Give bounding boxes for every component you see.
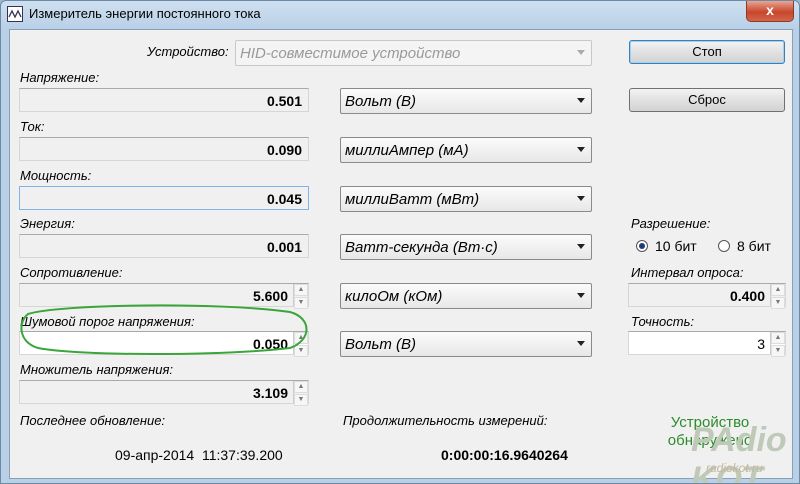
poll-interval-input[interactable]: 0.400 [628, 283, 786, 307]
poll-interval-label: Интервал опроса: [631, 265, 744, 280]
chevron-down-icon [577, 341, 585, 346]
chevron-down-icon [577, 293, 585, 298]
energy-unit-value: Ватт-секунда (Вт·с) [345, 239, 498, 256]
last-update-label: Последнее обновление: [20, 413, 166, 428]
chevron-down-icon [577, 244, 585, 249]
voltage-value: 0.501 [19, 88, 309, 112]
reset-button[interactable]: Сброс [629, 88, 785, 112]
resistance-label: Сопротивление: [20, 265, 123, 280]
last-update-value: 09-апр-2014 11:37:39.200 [115, 447, 283, 463]
noise-threshold-unit-value: Вольт (В) [345, 336, 417, 353]
chevron-up-icon[interactable]: ▲ [294, 381, 308, 393]
device-select[interactable]: HID-совместимое устройство [235, 40, 592, 66]
power-unit-select[interactable]: миллиВатт (мВт) [340, 186, 592, 212]
current-label: Ток: [20, 119, 45, 134]
device-select-value: HID-совместимое устройство [240, 45, 461, 62]
poll-interval-spinner[interactable]: ▲ ▼ [770, 284, 785, 309]
precision-label: Точность: [631, 314, 695, 329]
resolution-10bit-label[interactable]: 10 бит [655, 238, 697, 254]
current-value: 0.090 [19, 137, 309, 161]
voltage-multiplier-value: 3.109 [19, 380, 309, 404]
precision-input[interactable]: 3 [628, 331, 786, 355]
close-button[interactable]: x [746, 1, 794, 22]
device-label: Устройство: [147, 44, 229, 59]
client-area: Устройство: HID-совместимое устройство С… [9, 29, 793, 479]
chevron-up-icon[interactable]: ▲ [771, 284, 785, 296]
chevron-down-icon[interactable]: ▼ [771, 345, 785, 357]
app-icon [7, 6, 23, 22]
main-window: Измеритель энергии постоянного тока x Ус… [0, 0, 800, 484]
voltage-unit-select[interactable]: Вольт (В) [340, 88, 592, 114]
chevron-down-icon [577, 50, 585, 55]
duration-label: Продолжительность измерений: [343, 413, 548, 428]
power-value: 0.045 [19, 186, 309, 210]
voltage-unit-value: Вольт (В) [345, 93, 417, 110]
chevron-down-icon [577, 147, 585, 152]
power-unit-value: миллиВатт (мВт) [345, 191, 480, 208]
voltage-multiplier-spinner[interactable]: ▲ ▼ [293, 381, 308, 406]
resolution-8bit-radio[interactable] [718, 240, 730, 252]
highlight-annotation [20, 304, 308, 355]
watermark-site: radiokot.ru [706, 461, 763, 475]
energy-unit-select[interactable]: Ватт-секунда (Вт·с) [340, 234, 592, 260]
resolution-8bit-label[interactable]: 8 бит [737, 238, 771, 254]
chevron-down-icon [577, 98, 585, 103]
resolution-10bit-radio[interactable] [636, 240, 648, 252]
current-unit-value: миллиАмпер (мА) [345, 142, 469, 159]
power-label: Мощность: [20, 168, 92, 183]
chevron-down-icon [577, 196, 585, 201]
chevron-down-icon[interactable]: ▼ [771, 297, 785, 309]
energy-value: 0.001 [19, 234, 309, 258]
chevron-up-icon[interactable]: ▲ [771, 332, 785, 344]
resolution-label: Разрешение: [631, 216, 711, 231]
chevron-up-icon[interactable]: ▲ [294, 284, 308, 296]
window-title: Измеритель энергии постоянного тока [29, 6, 261, 21]
voltage-multiplier-label: Множитель напряжения: [20, 362, 174, 377]
duration-value: 0:00:00:16.9640264 [441, 447, 568, 463]
precision-spinner[interactable]: ▲ ▼ [770, 332, 785, 357]
resistance-unit-select[interactable]: килоОм (кОм) [340, 283, 592, 309]
noise-threshold-unit-select[interactable]: Вольт (В) [340, 331, 592, 357]
title-bar[interactable]: Измеритель энергии постоянного тока x [1, 1, 799, 29]
resistance-unit-value: килоОм (кОм) [345, 288, 443, 305]
voltage-label: Напряжение: [20, 70, 100, 85]
energy-label: Энергия: [20, 216, 75, 231]
current-unit-select[interactable]: миллиАмпер (мА) [340, 137, 592, 163]
chevron-down-icon[interactable]: ▼ [294, 394, 308, 406]
stop-button[interactable]: Стоп [629, 40, 785, 64]
